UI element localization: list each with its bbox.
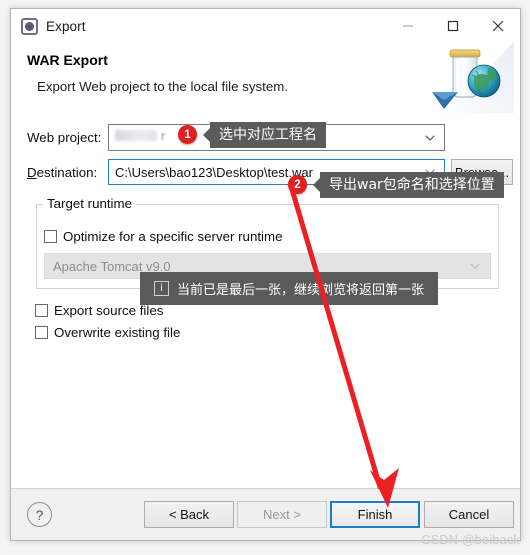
annotation-tooltip-1: 选中对应工程名 xyxy=(210,122,326,148)
web-project-label: Web project: xyxy=(27,130,102,145)
back-label: < Back xyxy=(168,507,210,522)
help-icon: ? xyxy=(35,506,44,523)
watermark: CSDN @beiback xyxy=(421,533,520,547)
minimize-button[interactable] xyxy=(385,9,430,43)
close-button[interactable] xyxy=(475,9,520,43)
target-runtime-group-title: Target runtime xyxy=(43,196,136,211)
overwrite-existing-checkbox[interactable]: Overwrite existing file xyxy=(35,325,180,340)
export-source-files-label: Export source files xyxy=(54,303,164,318)
chevron-down-icon xyxy=(470,263,480,269)
screenshot-root: Export WAR Export Export Web project to … xyxy=(0,0,530,555)
browser-info-text: 当前已是最后一张，继续浏览将返回第一张 xyxy=(177,283,425,298)
dialog-title: Export xyxy=(46,18,86,34)
redacted-project-tail: r xyxy=(161,129,165,143)
overwrite-existing-label: Overwrite existing file xyxy=(54,325,181,340)
page-subtitle: Export Web project to the local file sys… xyxy=(37,79,289,94)
annotation-badge-2: 2 xyxy=(288,175,307,194)
export-wizard-icon xyxy=(21,17,38,35)
redacted-project-name xyxy=(115,130,157,141)
war-jar-globe-icon xyxy=(428,43,514,113)
info-icon: i xyxy=(154,281,169,296)
chevron-down-icon xyxy=(425,134,435,141)
next-button: Next > xyxy=(237,501,327,528)
help-button[interactable]: ? xyxy=(27,502,52,527)
export-source-files-checkbox[interactable]: Export source files xyxy=(35,303,163,318)
optimize-runtime-label: Optimize for a specific server runtime xyxy=(63,229,283,244)
dialog-titlebar: Export xyxy=(11,9,520,43)
annotation-tooltip-2: 导出war包命名和选择位置 xyxy=(320,172,504,198)
checkbox-box xyxy=(44,230,57,243)
maximize-button[interactable] xyxy=(430,9,475,43)
destination-label: Destination: xyxy=(27,165,98,180)
annotation-badge-1: 1 xyxy=(178,125,197,144)
checkbox-box xyxy=(35,304,48,317)
checkbox-box xyxy=(35,326,48,339)
cancel-label: Cancel xyxy=(448,507,490,522)
back-button[interactable]: < Back xyxy=(144,501,234,528)
finish-label: Finish xyxy=(357,507,393,522)
browser-info-tooltip: i 当前已是最后一张，继续浏览将返回第一张 xyxy=(140,272,439,305)
window-controls xyxy=(385,9,520,43)
destination-value: C:\Users\bao123\Desktop\test.war xyxy=(115,164,313,180)
finish-button[interactable]: Finish xyxy=(330,501,420,528)
cancel-button[interactable]: Cancel xyxy=(424,501,514,528)
dialog-header: WAR Export Export Web project to the loc… xyxy=(11,43,520,117)
page-title: WAR Export xyxy=(27,52,108,68)
next-label: Next > xyxy=(263,507,301,522)
optimize-runtime-checkbox[interactable]: Optimize for a specific server runtime xyxy=(44,229,282,244)
